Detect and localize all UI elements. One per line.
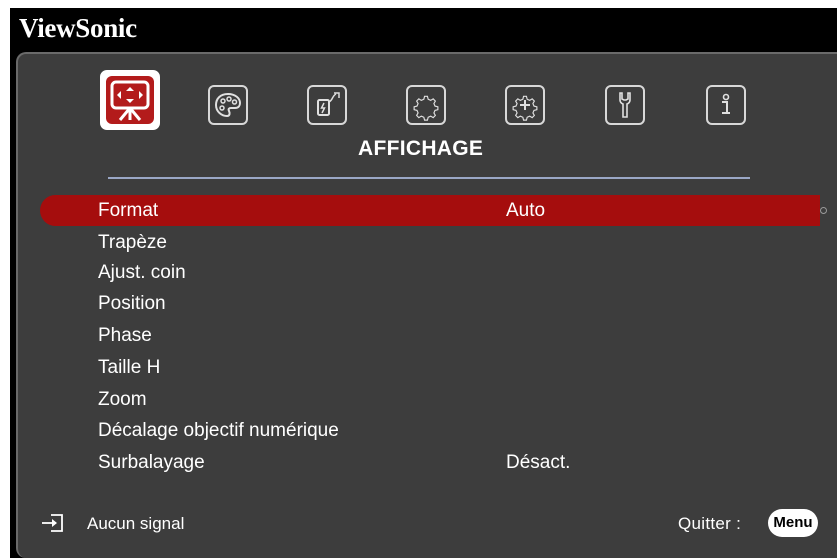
- tab-display[interactable]: [100, 70, 160, 130]
- tab-settings[interactable]: [605, 85, 645, 125]
- menu-item-decalage-objectif[interactable]: Décalage objectif numérique: [98, 420, 339, 442]
- title-divider: [108, 177, 750, 179]
- signal-status: Aucun signal: [87, 514, 185, 533]
- menu-item-phase[interactable]: Phase: [98, 325, 152, 347]
- tab-info[interactable]: [706, 85, 746, 125]
- menu-item-taille-h[interactable]: Taille H: [98, 357, 160, 379]
- menu-item-surbalayage[interactable]: Surbalayage: [98, 452, 205, 474]
- section-title: AFFICHAGE: [358, 137, 484, 160]
- menu-value-surbalayage: Désact.: [506, 452, 571, 473]
- palette-icon: [214, 92, 242, 118]
- input-source-icon: [42, 514, 63, 532]
- info-icon: [722, 93, 730, 114]
- display-icon: [110, 80, 150, 121]
- advanced-gear-icon: [512, 95, 538, 121]
- gear-icon: [413, 95, 439, 121]
- tab-advanced[interactable]: [505, 85, 545, 125]
- menu-value-format: Auto: [506, 200, 546, 221]
- tab-basic[interactable]: [406, 85, 446, 125]
- scroll-indicator: [820, 207, 827, 214]
- menu-item-format[interactable]: Format: [98, 200, 158, 222]
- tab-power[interactable]: [307, 85, 347, 125]
- menu-key-button[interactable]: Menu: [768, 509, 818, 537]
- power-plug-icon: [317, 92, 340, 116]
- menu-item-trapeze[interactable]: Trapèze: [98, 232, 167, 254]
- quit-label: Quitter :: [678, 514, 742, 533]
- menu-item-position[interactable]: Position: [98, 293, 166, 315]
- tab-image[interactable]: [208, 85, 248, 125]
- menu-item-ajust-coin[interactable]: Ajust. coin: [98, 262, 186, 284]
- brand-logo: ViewSonic: [19, 13, 137, 43]
- menu-item-zoom[interactable]: Zoom: [98, 389, 147, 411]
- wrench-icon: [619, 92, 631, 118]
